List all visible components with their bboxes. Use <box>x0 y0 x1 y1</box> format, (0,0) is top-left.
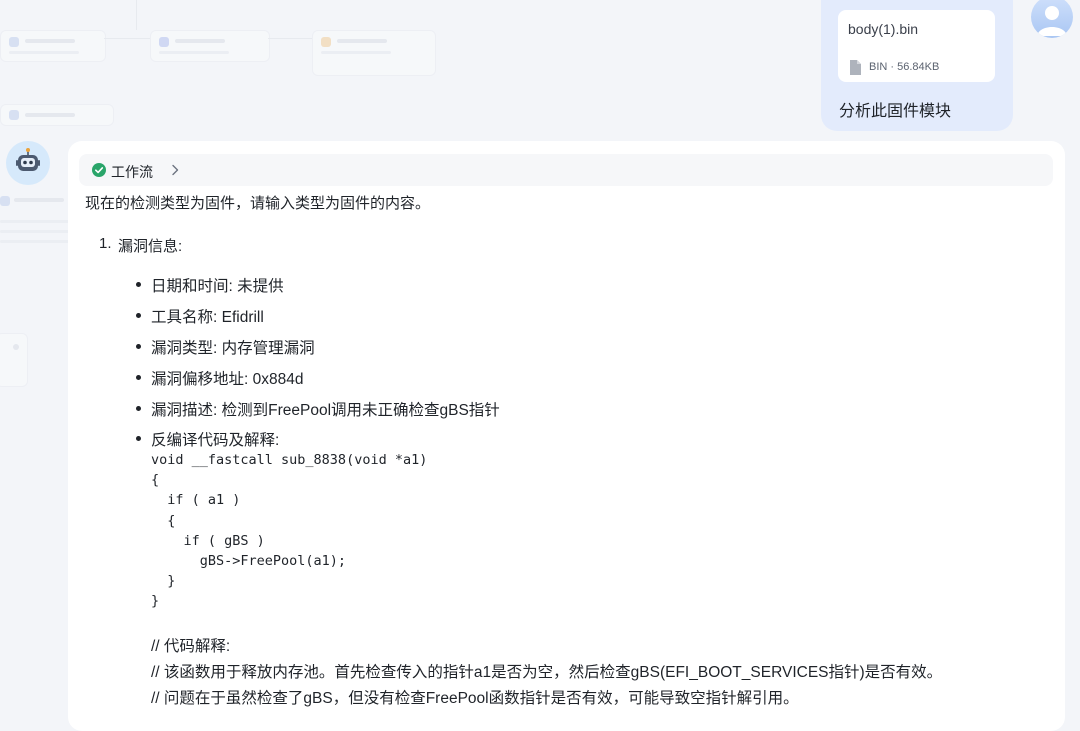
chevron-right-icon <box>172 164 179 176</box>
robot-glyph <box>16 148 40 171</box>
canvas-edge <box>268 38 312 39</box>
check-circle-icon <box>92 163 106 177</box>
user-message-bubble: body(1).bin BIN · 56.84KB 分析此固件模块 <box>821 0 1013 131</box>
bullet-dot <box>136 375 141 380</box>
section-number: 1. <box>99 235 112 252</box>
detail-item: 漏洞偏移地址: 0x884d <box>151 371 304 388</box>
bullet-dot <box>136 313 141 318</box>
user-message-text: 分析此固件模块 <box>839 103 952 120</box>
canvas-node <box>0 333 28 387</box>
code-comment: // 问题在于虽然检查了gBS，但没有检查FreePool函数指针是否有效，可能… <box>151 690 799 707</box>
canvas-node <box>0 190 70 258</box>
canvas-node <box>0 30 106 62</box>
user-silhouette <box>1037 6 1067 36</box>
bullet-dot <box>136 406 141 411</box>
workflow-label: 工作流 <box>111 164 153 180</box>
intro-text: 现在的检测类型为固件，请输入类型为固件的内容。 <box>85 195 431 212</box>
section-title: 漏洞信息: <box>118 238 183 255</box>
file-type: BIN <box>869 61 888 73</box>
detail-item: 工具名称: Efidrill <box>151 309 264 326</box>
workflow-toggle[interactable]: 工作流 <box>79 154 1053 186</box>
user-avatar-icon[interactable] <box>1031 0 1073 38</box>
file-size: 56.84KB <box>897 61 940 73</box>
bullet-dot <box>136 436 141 441</box>
file-name: body(1).bin <box>848 21 919 37</box>
canvas-node <box>150 30 270 62</box>
detail-item: 漏洞类型: 内存管理漏洞 <box>151 340 315 357</box>
document-icon <box>850 60 861 75</box>
code-comment: // 该函数用于释放内存池。首先检查传入的指针a1是否为空，然后检查gBS(EF… <box>151 664 943 681</box>
detail-item: 漏洞描述: 检测到FreePool调用未正确检查gBS指针 <box>151 402 500 419</box>
canvas-edge <box>104 38 150 39</box>
canvas-node <box>0 104 114 126</box>
assistant-message-card: 工作流 现在的检测类型为固件，请输入类型为固件的内容。 1. 漏洞信息: 日期和… <box>68 141 1065 731</box>
file-meta: BIN · 56.84KB <box>869 61 940 73</box>
bullet-dot <box>136 344 141 349</box>
decompiled-code-block: void __fastcall sub_8838(void *a1) { if … <box>151 452 428 610</box>
attached-file-card[interactable]: body(1).bin BIN · 56.84KB <box>838 10 995 82</box>
bullet-dot <box>136 282 141 287</box>
detail-item: 反编译代码及解释: <box>151 432 280 449</box>
code-comment: // 代码解释: <box>151 638 231 655</box>
robot-avatar-icon <box>6 141 50 185</box>
detail-item: 日期和时间: 未提供 <box>151 278 284 295</box>
canvas-edge <box>136 0 137 30</box>
canvas-node <box>312 30 436 76</box>
